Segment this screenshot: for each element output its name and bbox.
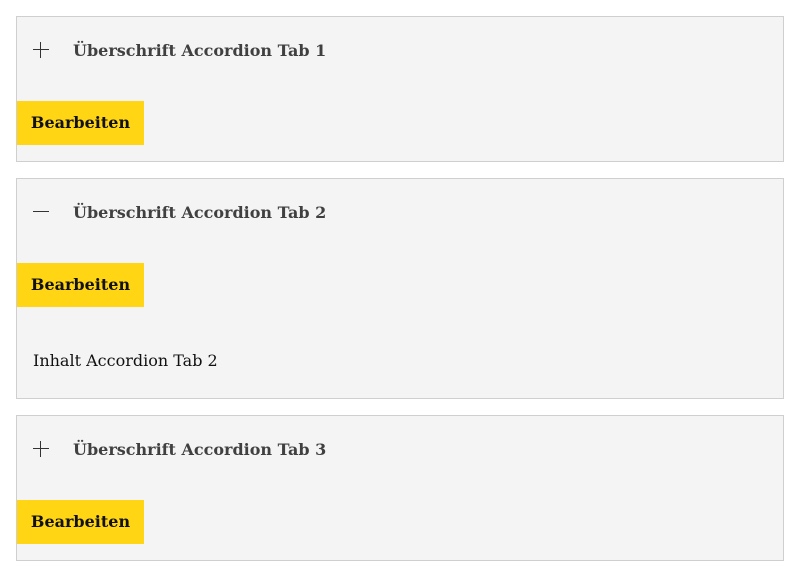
accordion-tab-2-content: Inhalt Accordion Tab 2 (33, 351, 218, 370)
accordion-tab-1-title[interactable]: Überschrift Accordion Tab 1 (73, 41, 326, 60)
plus-icon-horizontal-bar (33, 49, 49, 50)
edit-button-tab-1[interactable]: Bearbeiten (17, 101, 144, 145)
plus-icon[interactable] (33, 42, 49, 58)
minus-icon[interactable] (33, 204, 49, 220)
plus-icon-vertical-bar (40, 441, 41, 457)
accordion-tab-2: Überschrift Accordion Tab 2 Bearbeiten I… (16, 178, 784, 399)
accordion-tab-2-header[interactable]: Überschrift Accordion Tab 2 (17, 179, 783, 247)
edit-button-tab-2[interactable]: Bearbeiten (17, 263, 144, 307)
accordion-tab-2-title[interactable]: Überschrift Accordion Tab 2 (73, 203, 326, 222)
plus-icon-horizontal-bar (33, 448, 49, 449)
accordion-tab-3: Überschrift Accordion Tab 3 Bearbeiten (16, 415, 784, 561)
plus-icon[interactable] (33, 441, 49, 457)
accordion-tab-1-header[interactable]: Überschrift Accordion Tab 1 (17, 17, 783, 85)
accordion-tab-3-title[interactable]: Überschrift Accordion Tab 3 (73, 440, 326, 459)
plus-icon-vertical-bar (40, 42, 41, 58)
edit-button-tab-3[interactable]: Bearbeiten (17, 500, 144, 544)
accordion-tab-1: Überschrift Accordion Tab 1 Bearbeiten (16, 16, 784, 162)
minus-icon-bar (33, 211, 49, 212)
accordion-tab-3-header[interactable]: Überschrift Accordion Tab 3 (17, 416, 783, 484)
